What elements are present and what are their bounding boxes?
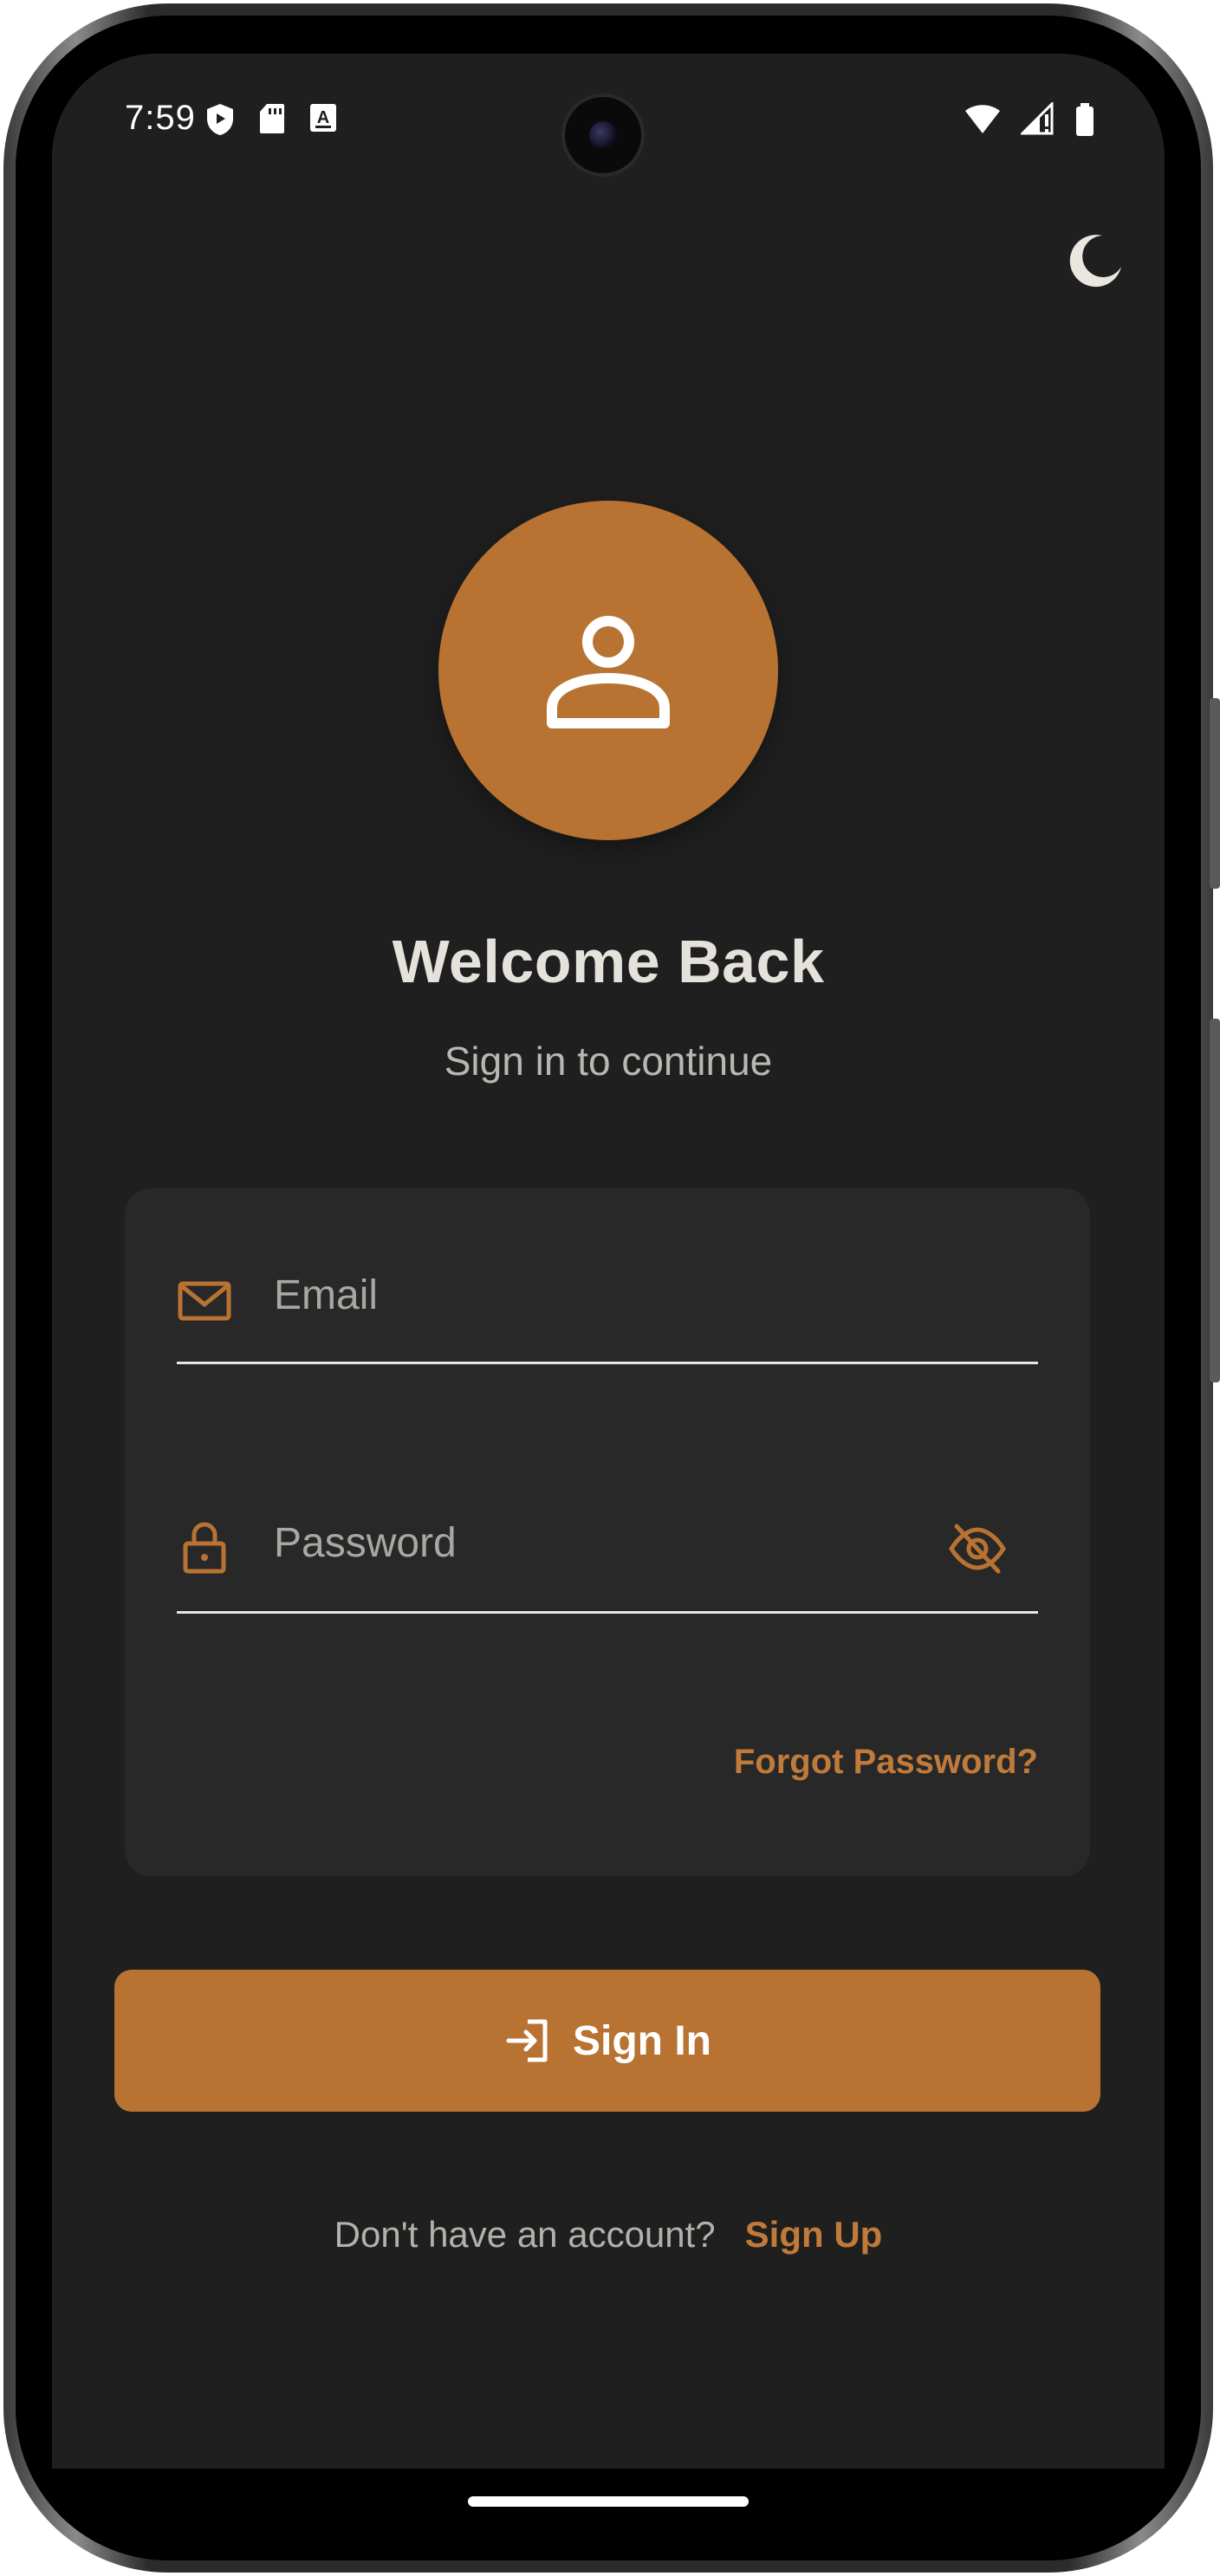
status-time: 7:59 — [125, 99, 196, 137]
signal-icon — [1021, 102, 1054, 135]
svg-text:A: A — [317, 108, 329, 127]
signup-prompt: Don't have an account? Sign Up — [52, 2214, 1165, 2256]
password-field[interactable]: Password — [177, 1362, 1038, 1614]
signup-question: Don't have an account? — [334, 2214, 716, 2255]
keyboard-a-icon: A — [310, 104, 336, 132]
avatar — [438, 501, 778, 840]
sign-in-label: Sign In — [573, 2017, 711, 2064]
page-title: Welcome Back — [392, 928, 825, 995]
volume-button — [1210, 698, 1220, 889]
login-form-card: Email Password Forgot Password? — [125, 1188, 1090, 1876]
email-placeholder: Email — [274, 1272, 379, 1318]
battery-icon — [1076, 103, 1093, 136]
forgot-password-link[interactable]: Forgot Password? — [734, 1743, 1038, 1782]
email-field[interactable]: Email — [177, 1188, 1038, 1364]
status-icons-right — [964, 102, 1095, 137]
page-subtitle: Sign in to continue — [444, 1039, 773, 1084]
person-icon — [547, 616, 670, 728]
wifi-icon — [965, 105, 1000, 133]
home-indicator[interactable] — [468, 2496, 749, 2507]
navigation-bar — [52, 2469, 1165, 2538]
sign-up-link[interactable]: Sign Up — [745, 2214, 883, 2255]
lock-icon — [183, 1522, 226, 1574]
login-icon — [506, 2019, 548, 2062]
theme-toggle-button[interactable] — [1068, 232, 1125, 289]
sd-card-icon — [260, 104, 284, 133]
shield-icon — [207, 104, 233, 135]
power-button — [1210, 1019, 1220, 1382]
eye-off-icon[interactable] — [948, 1523, 1007, 1575]
moon-icon — [1069, 235, 1121, 288]
status-icons-left: A — [204, 102, 338, 137]
front-camera — [561, 94, 645, 177]
mail-icon — [178, 1281, 231, 1321]
app-screen: 7:59 A Welcome Back Sign in to continue … — [52, 54, 1165, 2469]
password-placeholder: Password — [274, 1520, 457, 1566]
sign-in-button[interactable]: Sign In — [114, 1970, 1100, 2112]
